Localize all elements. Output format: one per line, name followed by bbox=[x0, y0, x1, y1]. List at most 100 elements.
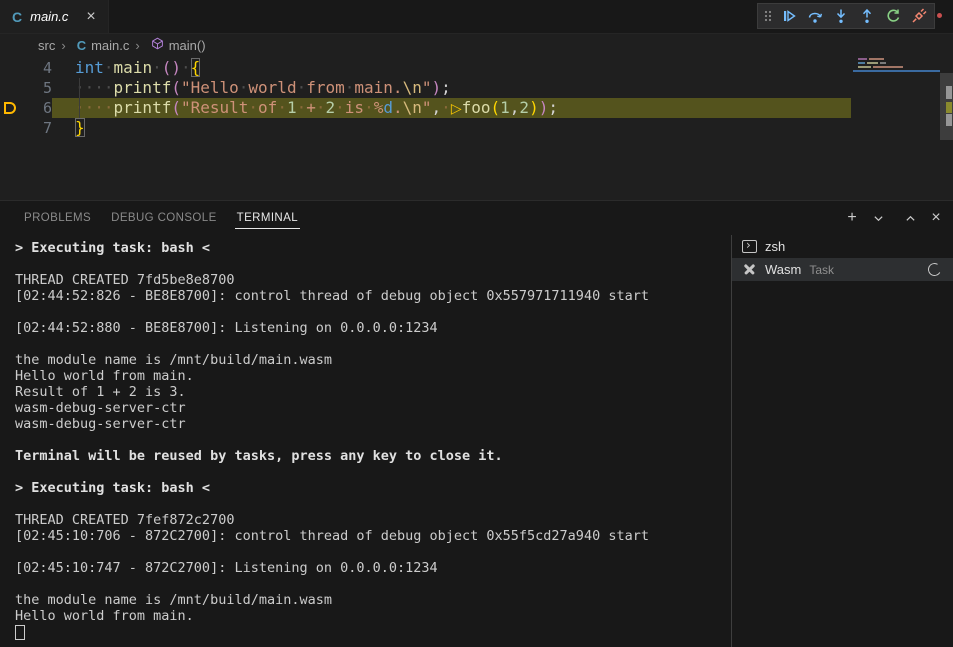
terminal-item-label: Wasm bbox=[765, 262, 801, 277]
terminal-output[interactable]: > Executing task: bash < THREAD CREATED … bbox=[0, 235, 731, 647]
code-token: · bbox=[364, 98, 374, 117]
code-token: · bbox=[297, 98, 307, 117]
breadcrumb-item[interactable]: › C main.c bbox=[55, 38, 129, 53]
terminal-item-label: zsh bbox=[765, 239, 785, 254]
terminal-list-item[interactable]: zsh bbox=[732, 235, 953, 258]
panel-tabs: PROBLEMS DEBUG CONSOLE TERMINAL bbox=[0, 201, 953, 235]
close-tab-icon[interactable]: × bbox=[86, 9, 95, 25]
terminal-line: Hello world from main. bbox=[15, 368, 731, 384]
code-token: "Result bbox=[181, 98, 248, 117]
tab-main-c[interactable]: C main.c × bbox=[0, 0, 109, 33]
terminal-list-item[interactable]: Wasm Task bbox=[732, 258, 953, 281]
gutter-glyph-margin[interactable] bbox=[0, 98, 26, 118]
terminal-line: THREAD CREATED 7fd5be8e8700 bbox=[15, 272, 731, 288]
code-token: 1 bbox=[500, 98, 510, 117]
gutter-glyph-margin[interactable] bbox=[0, 78, 26, 98]
debug-restart-icon[interactable] bbox=[880, 5, 905, 27]
code-line-text[interactable]: } bbox=[52, 118, 851, 138]
terminal-item-icon bbox=[742, 262, 757, 277]
gutter-glyph-margin[interactable] bbox=[0, 58, 26, 78]
debug-step-out-icon[interactable] bbox=[854, 5, 879, 27]
debug-disconnect-icon[interactable] bbox=[906, 5, 931, 27]
overview-ruler-mark-current-line bbox=[946, 102, 952, 113]
breadcrumb-separator: › bbox=[61, 38, 65, 53]
code-token: ; bbox=[548, 98, 558, 117]
code-token: · bbox=[181, 58, 191, 77]
tab-label: main.c bbox=[30, 9, 68, 24]
debug-continue-icon[interactable] bbox=[776, 5, 801, 27]
breadcrumb-separator: › bbox=[135, 38, 139, 53]
overview-ruler-mark bbox=[946, 114, 952, 126]
terminal-line bbox=[15, 464, 731, 480]
code-line-text[interactable]: ····printf("Result·of·1·+·2·is·%d.\n",·▷… bbox=[52, 98, 851, 118]
breadcrumb-label: src bbox=[38, 38, 55, 53]
gutter-glyph-margin[interactable] bbox=[0, 118, 26, 138]
breadcrumb-item[interactable]: C src bbox=[16, 38, 55, 53]
code-line-text[interactable]: ····printf("Hello·world·from·main.\n"); bbox=[52, 78, 851, 98]
breadcrumb-label: main() bbox=[169, 38, 206, 53]
panel-tab[interactable]: TERMINAL bbox=[235, 203, 300, 233]
code-token: \n bbox=[403, 78, 422, 97]
code-token: world bbox=[248, 78, 296, 97]
code-line[interactable]: 4 int·main·()·{ bbox=[0, 58, 851, 78]
terminal-line: > Executing task: bash < bbox=[15, 240, 731, 256]
code-token: int bbox=[75, 58, 104, 77]
code-token: foo bbox=[462, 98, 491, 117]
code-token: " bbox=[422, 98, 432, 117]
maximize-panel-icon[interactable] bbox=[899, 207, 921, 229]
code-token: "Hello bbox=[181, 78, 239, 97]
terminal-line: the module name is /mnt/build/main.wasm bbox=[15, 592, 731, 608]
new-terminal-button[interactable]: + bbox=[841, 207, 863, 229]
terminal-line bbox=[15, 304, 731, 320]
panel-body: > Executing task: bash < THREAD CREATED … bbox=[0, 235, 953, 647]
code-line-text[interactable]: int·main·()·{ bbox=[52, 58, 851, 78]
code-token: · bbox=[297, 78, 307, 97]
c-file-icon: C bbox=[12, 9, 22, 25]
panel-tab[interactable]: PROBLEMS bbox=[22, 203, 93, 233]
code-token: ; bbox=[441, 78, 451, 97]
terminal-line bbox=[15, 256, 731, 272]
close-panel-icon[interactable]: × bbox=[925, 207, 947, 229]
code-token: · bbox=[345, 78, 355, 97]
code-token: main. bbox=[354, 78, 402, 97]
minimap[interactable] bbox=[853, 56, 940, 200]
minimap-line bbox=[858, 62, 886, 64]
code-token: · bbox=[277, 98, 287, 117]
terminal-line: Hello world from main. bbox=[15, 608, 731, 624]
terminal-line: Result of 1 + 2 is 3. bbox=[15, 384, 731, 400]
code-token: · bbox=[335, 98, 345, 117]
terminal-profile-dropdown-icon[interactable] bbox=[867, 207, 889, 229]
code-line[interactable]: 6 ····printf("Result·of·1·+·2·is·%d.\n",… bbox=[0, 98, 851, 118]
code-token: · bbox=[239, 78, 249, 97]
code-token: ) bbox=[539, 98, 549, 117]
overview-ruler-mark bbox=[946, 86, 952, 99]
code-line[interactable]: 5 ····printf("Hello·world·from·main.\n")… bbox=[0, 78, 851, 98]
line-number: 7 bbox=[26, 118, 52, 138]
code-token: ···· bbox=[75, 98, 114, 117]
panel-header: PROBLEMS DEBUG CONSOLE TERMINAL + × bbox=[0, 201, 953, 235]
terminal-line: wasm-debug-server-ctr bbox=[15, 400, 731, 416]
code-token: · bbox=[441, 98, 451, 117]
toolbar-drag-gripper-icon[interactable] bbox=[761, 5, 775, 27]
code-token: % bbox=[374, 98, 384, 117]
code-token: printf bbox=[114, 78, 172, 97]
terminal-line: > Executing task: bash < bbox=[15, 480, 731, 496]
code-line[interactable]: 7 } bbox=[0, 118, 851, 138]
code-token: · bbox=[248, 98, 258, 117]
panel-tab[interactable]: DEBUG CONSOLE bbox=[109, 203, 219, 233]
code-token: d bbox=[383, 98, 393, 117]
code-token: ) bbox=[431, 78, 441, 97]
terminal-line bbox=[15, 576, 731, 592]
code-token: is bbox=[345, 98, 364, 117]
debug-step-into-icon[interactable] bbox=[828, 5, 853, 27]
code-editor[interactable]: 4 int·main·()·{ 5 ····printf("Hello·worl… bbox=[0, 56, 953, 200]
terminal-line: the module name is /mnt/build/main.wasm bbox=[15, 352, 731, 368]
vscode-window: C main.c × C bbox=[0, 0, 953, 647]
code-token: , bbox=[510, 98, 520, 117]
terminal-line bbox=[15, 544, 731, 560]
debug-step-over-icon[interactable] bbox=[802, 5, 827, 27]
breadcrumb-item[interactable]: › C main() bbox=[129, 37, 205, 53]
terminal-line: wasm-debug-server-ctr bbox=[15, 416, 731, 432]
terminal-line: THREAD CREATED 7fef872c2700 bbox=[15, 512, 731, 528]
editor-scrollbar[interactable] bbox=[940, 56, 953, 200]
